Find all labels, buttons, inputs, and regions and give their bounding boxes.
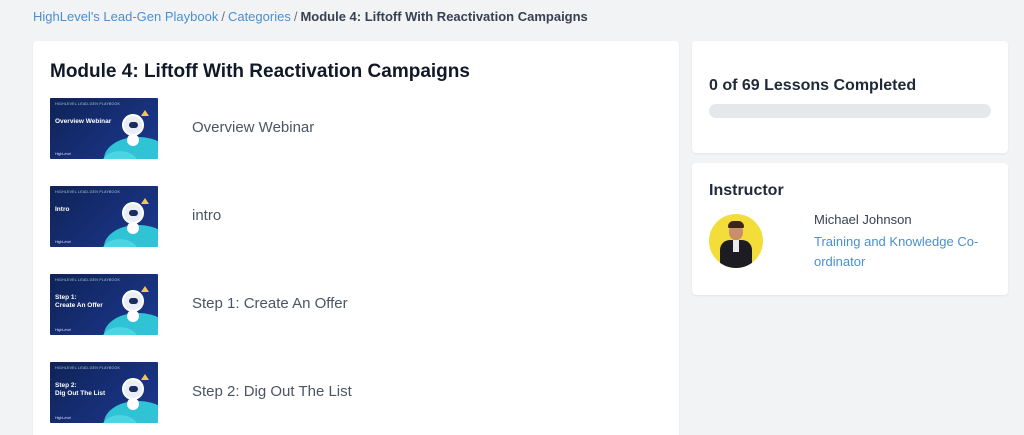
thumbnail-title: Overview Webinar [55,118,112,125]
thumbnail-tag: HIGHLEVEL LEAD-GEN PLAYBOOK [55,278,121,282]
lesson-thumbnail[interactable]: HIGHLEVEL LEAD-GEN PLAYBOOK Step 1: Crea… [50,274,158,335]
star-icon [141,198,149,204]
lesson-item[interactable]: HIGHLEVEL LEAD-GEN PLAYBOOK Overview Web… [50,98,650,160]
lesson-thumbnail[interactable]: HIGHLEVEL LEAD-GEN PLAYBOOK Step 2: Dig … [50,362,158,423]
thumbnail-brand: HighLevel [55,240,71,244]
star-icon [141,110,149,116]
thumbnail-tag: HIGHLEVEL LEAD-GEN PLAYBOOK [55,190,121,194]
instructor-name: Michael Johnson [814,212,912,227]
robot-icon [122,290,144,312]
breadcrumb: HighLevel's Lead-Gen Playbook / Categories… [33,9,588,25]
avatar [709,214,763,268]
star-icon [141,374,149,380]
thumbnail-brand: HighLevel [55,328,71,332]
robot-icon [122,202,144,224]
lesson-title[interactable]: Step 2: Dig Out The List [192,383,352,400]
thumbnail-brand: HighLevel [55,416,71,420]
progress-text: 0 of 69 Lessons Completed [709,77,917,94]
lesson-thumbnail[interactable]: HIGHLEVEL LEAD-GEN PLAYBOOK Overview Web… [50,98,158,159]
breadcrumb-separator: / [293,9,298,24]
robot-icon [122,378,144,400]
thumbnail-brand: HighLevel [55,152,71,156]
thumbnail-title: Intro [55,206,70,213]
progress-card: 0 of 69 Lessons Completed [692,41,1008,153]
thumbnail-title: Step 1: Create An Offer [55,294,103,309]
lesson-title[interactable]: Step 1: Create An Offer [192,295,348,312]
instructor-card: Instructor Michael Johnson Training and … [692,163,1008,295]
module-card: Module 4: Liftoff With Reactivation Camp… [33,41,679,435]
lesson-title[interactable]: intro [192,207,221,224]
instructor-heading: Instructor [709,182,784,199]
lesson-item[interactable]: HIGHLEVEL LEAD-GEN PLAYBOOK Intro HighLe… [50,186,650,248]
lesson-item[interactable]: HIGHLEVEL LEAD-GEN PLAYBOOK Step 2: Dig … [50,362,650,424]
star-icon [141,286,149,292]
instructor-role: Training and Knowledge Co-ordinator [814,234,979,269]
thumbnail-tag: HIGHLEVEL LEAD-GEN PLAYBOOK [55,366,121,370]
lesson-title[interactable]: Overview Webinar [192,119,314,136]
progress-bar [709,104,991,118]
breadcrumb-current: Module 4: Liftoff With Reactivation Camp… [300,9,588,24]
thumbnail-tag: HIGHLEVEL LEAD-GEN PLAYBOOK [55,102,121,106]
breadcrumb-link-categories[interactable]: Categories [228,9,291,24]
robot-icon [122,114,144,136]
breadcrumb-link-playbook[interactable]: HighLevel's Lead-Gen Playbook [33,9,218,24]
lesson-item[interactable]: HIGHLEVEL LEAD-GEN PLAYBOOK Step 1: Crea… [50,274,650,336]
module-title: Module 4: Liftoff With Reactivation Camp… [50,61,470,82]
lesson-thumbnail[interactable]: HIGHLEVEL LEAD-GEN PLAYBOOK Intro HighLe… [50,186,158,247]
breadcrumb-separator: / [221,9,225,24]
thumbnail-title: Step 2: Dig Out The List [55,382,106,397]
